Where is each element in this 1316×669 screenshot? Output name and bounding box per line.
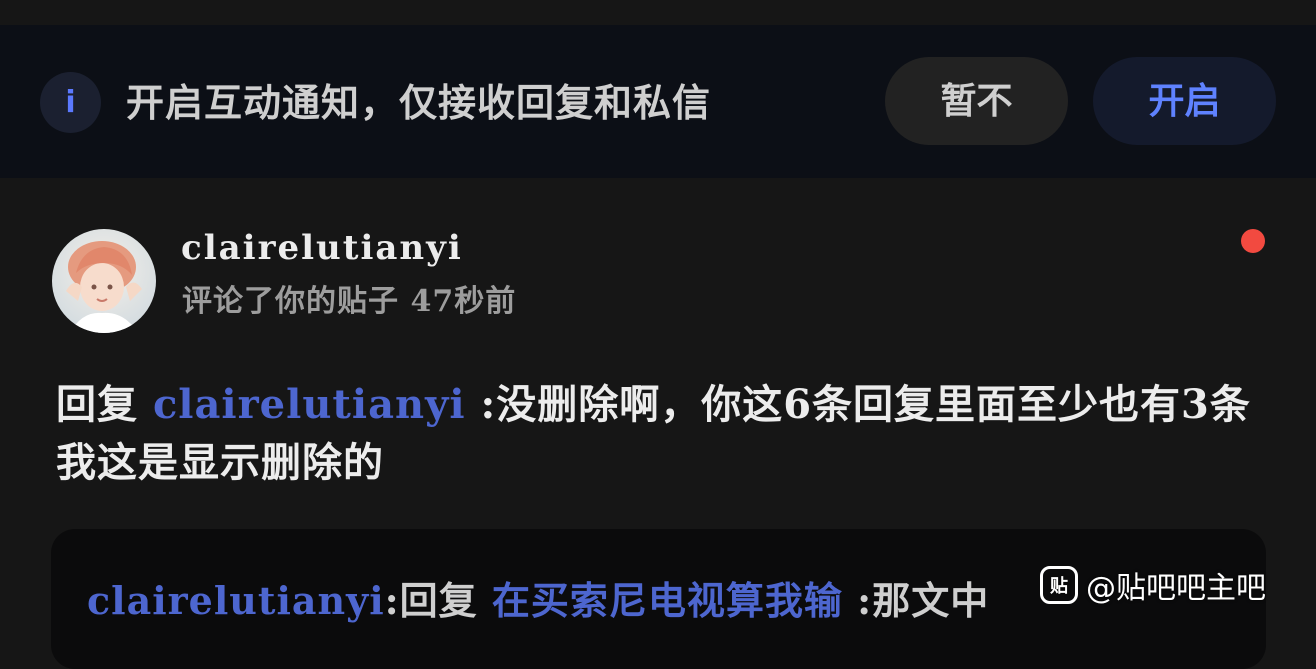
watermark: 贴 @贴吧吧主吧 <box>1040 563 1266 607</box>
reply-content[interactable]: 回复 clairelutianyi :没删除啊，你这6条回复里面至少也有3条我这… <box>56 376 1266 492</box>
notification-permission-banner: i 开启互动通知，仅接收回复和私信 暂不 开启 <box>0 25 1316 178</box>
tieba-logo-icon: 贴 <box>1040 566 1078 604</box>
quoted-tail: :那文中 <box>842 578 990 623</box>
quoted-username[interactable]: clairelutianyi <box>87 578 385 623</box>
quoted-thread-link[interactable]: 在买索尼电视算我输 <box>492 578 843 623</box>
notification-action: 评论了你的贴子 <box>182 284 399 319</box>
watermark-text: @贴吧吧主吧 <box>1086 571 1266 606</box>
unread-indicator <box>1241 229 1265 253</box>
not-now-button[interactable]: 暂不 <box>885 57 1068 145</box>
reply-prefix: 回复 <box>56 381 153 428</box>
avatar-photo <box>52 229 156 333</box>
notification-meta: 评论了你的贴子 47秒前 <box>182 278 516 326</box>
quoted-separator: :回复 <box>384 578 492 623</box>
notification-username[interactable]: clairelutianyi <box>181 222 463 274</box>
enable-notifications-button[interactable]: 开启 <box>1093 57 1276 145</box>
reply-mention[interactable]: clairelutianyi <box>153 381 466 428</box>
banner-message: 开启互动通知，仅接收回复和私信 <box>126 80 712 125</box>
quoted-comment-line: clairelutianyi:回复 在买索尼电视算我输 :那文中 <box>87 573 989 629</box>
avatar[interactable] <box>52 229 156 333</box>
info-icon: i <box>40 72 101 133</box>
notification-time: 47秒前 <box>410 284 517 319</box>
top-strip <box>0 0 1316 25</box>
